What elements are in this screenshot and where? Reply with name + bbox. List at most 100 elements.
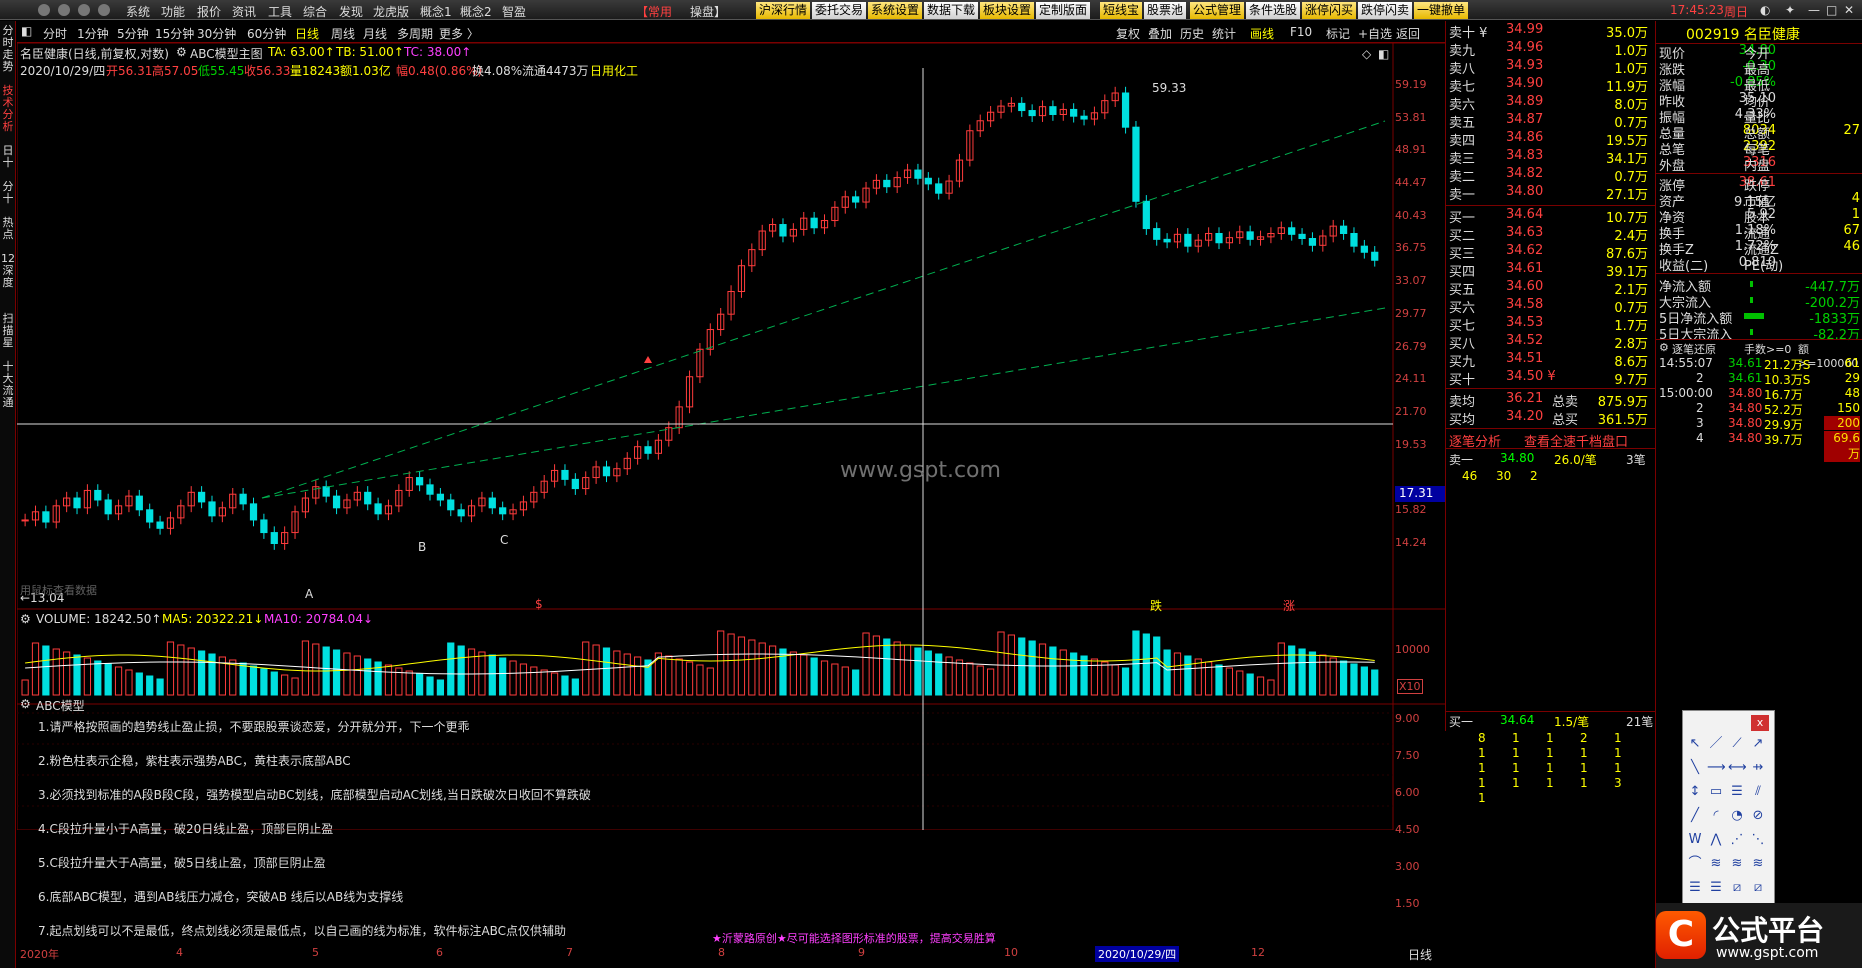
box2-icon[interactable]: ⧄	[1749, 879, 1767, 897]
quick-button[interactable]: 股票池	[1144, 2, 1187, 19]
quick-button[interactable]: 短线宝	[1100, 2, 1143, 19]
menu-item[interactable]: 智盈	[502, 3, 526, 20]
close-icon[interactable]: x	[1751, 715, 1769, 731]
menu-item[interactable]: 概念1	[420, 3, 452, 20]
quick-button[interactable]: 委托交易	[812, 2, 867, 19]
cycle-icon[interactable]: ≋	[1728, 855, 1746, 873]
gann-icon[interactable]: ⋱	[1749, 831, 1767, 849]
chart-tool-button[interactable]: 返回	[1396, 25, 1420, 42]
pin-icon[interactable]: ◇	[1362, 47, 1371, 61]
window-icon[interactable]	[38, 4, 50, 16]
left-tab[interactable]: 扫描星	[1, 313, 15, 349]
menu-item[interactable]: 报价	[197, 3, 221, 20]
wave-icon[interactable]: W	[1686, 831, 1704, 849]
speed-icon[interactable]: ⋰	[1728, 831, 1746, 849]
left-tab[interactable]: 日十	[1, 145, 15, 169]
hline-icon[interactable]: ⟶	[1707, 759, 1726, 777]
fib-icon[interactable]: ☰	[1728, 783, 1746, 801]
quick-button[interactable]: 板块设置	[980, 2, 1035, 19]
dline-icon[interactable]: ⟷	[1728, 759, 1747, 777]
maximize-icon[interactable]: □	[1826, 3, 1837, 17]
period-tab[interactable]: 30分钟	[197, 25, 236, 42]
trend-icon[interactable]: ╱	[1686, 807, 1704, 825]
quick-button[interactable]: 定制版面	[1036, 2, 1091, 19]
expand-icon[interactable]: ◧	[1378, 47, 1389, 61]
volume-icon[interactable]: ⚙	[20, 612, 31, 626]
left-tab[interactable]: 分时走势	[1, 25, 15, 73]
left-tab[interactable]: 热点	[1, 217, 15, 241]
chart-tool-button[interactable]: +自选	[1358, 25, 1392, 42]
period-label[interactable]: 日线	[1408, 946, 1432, 963]
grid-icon[interactable]: ☰	[1707, 879, 1725, 897]
arrow-icon[interactable]: ↗	[1749, 735, 1767, 753]
left-tab[interactable]: 分十	[1, 181, 15, 205]
theme-icon[interactable]: ◐	[1760, 3, 1770, 17]
circle-icon[interactable]: ◔	[1728, 807, 1746, 825]
left-tab[interactable]: 十大流通	[1, 361, 15, 409]
menu-item[interactable]: 工具	[268, 3, 292, 20]
quick-button[interactable]: 条件选股	[1246, 2, 1301, 19]
period-tab[interactable]: 15分钟	[155, 25, 194, 42]
chart-tool-button[interactable]: 标记	[1326, 25, 1350, 42]
quick-button[interactable]: 公式管理	[1190, 2, 1245, 19]
curve-icon[interactable]: ⌒	[1686, 855, 1704, 873]
period-tab[interactable]: 月线	[363, 25, 387, 42]
back-icon[interactable]	[58, 4, 70, 16]
period-tab[interactable]: 60分钟	[247, 25, 286, 42]
quick-button[interactable]: 跌停闪卖	[1358, 2, 1413, 19]
chart-tool-button[interactable]: 统计	[1212, 25, 1236, 42]
ellipse-icon[interactable]: ⊘	[1749, 807, 1767, 825]
vline-icon[interactable]: ↕	[1686, 783, 1704, 801]
period-tab[interactable]: 1分钟	[77, 25, 109, 42]
arc-icon[interactable]: ◜	[1707, 807, 1725, 825]
menu-item[interactable]: 龙虎版	[373, 3, 409, 20]
chart-tool-button[interactable]: 叠加	[1148, 25, 1172, 42]
chart-tool-button[interactable]: 画线	[1250, 25, 1274, 42]
period-tab[interactable]: 更多 〉	[439, 25, 479, 42]
box-icon[interactable]: ⧄	[1728, 879, 1746, 897]
rect-icon[interactable]: ▭	[1707, 783, 1725, 801]
forward-icon[interactable]	[78, 4, 90, 16]
menu-item[interactable]: 综合	[303, 3, 327, 20]
period-tab[interactable]: 5分钟	[117, 25, 149, 42]
minimize-icon[interactable]: —	[1808, 3, 1820, 17]
quick-button[interactable]: 涨停闪买	[1302, 2, 1357, 19]
peak-icon[interactable]: ⋀	[1707, 831, 1725, 849]
fan-icon[interactable]: ≋	[1749, 855, 1767, 873]
period-icon[interactable]: ≋	[1707, 855, 1725, 873]
chart-tool-button[interactable]: F10	[1290, 25, 1312, 39]
tick-header-icon[interactable]: ⚙	[1659, 341, 1669, 354]
menu-item[interactable]: 系统	[126, 3, 150, 20]
chart-tool-button[interactable]: 历史	[1180, 25, 1204, 42]
refresh-icon[interactable]	[98, 4, 110, 16]
chart-tool-button[interactable]: 复权	[1116, 25, 1140, 42]
period-tab[interactable]: 日线	[295, 25, 319, 42]
level-icon[interactable]: ☰	[1686, 879, 1704, 897]
skin-icon[interactable]: ✦	[1785, 3, 1795, 17]
period-tab[interactable]: 周线	[331, 25, 355, 42]
menu-item[interactable]: 功能	[161, 3, 185, 20]
menu-item[interactable]: 资讯	[232, 3, 256, 20]
menu-item[interactable]: 概念2	[460, 3, 492, 20]
segment-icon[interactable]: ╲	[1686, 759, 1704, 777]
pointer-icon[interactable]: ↖	[1686, 735, 1704, 753]
tag-common[interactable]: 【常用	[636, 3, 672, 20]
period-tab[interactable]: 多周期	[397, 25, 433, 42]
ray-icon[interactable]: ⟋	[1728, 735, 1746, 753]
tag-operate[interactable]: 操盘】	[690, 3, 726, 20]
channel-icon[interactable]: ⇸	[1749, 759, 1767, 777]
parallel-icon[interactable]: ⫽	[1749, 783, 1767, 801]
line-icon[interactable]: ／	[1707, 735, 1725, 753]
close-icon[interactable]: ✕	[1844, 3, 1854, 17]
quick-button[interactable]: 沪深行情	[756, 2, 811, 19]
kline-chart[interactable]	[17, 43, 1445, 830]
abc-icon[interactable]: ⚙	[20, 697, 31, 711]
left-tab[interactable]: 12深度	[1, 253, 15, 289]
period-tab[interactable]: 分时	[43, 25, 67, 42]
quick-button[interactable]: 数据下载	[924, 2, 979, 19]
quick-button[interactable]: 一键撤单	[1414, 2, 1469, 19]
left-tab[interactable]: 技术分析	[1, 85, 15, 133]
menu-item[interactable]: 发现	[339, 3, 363, 20]
quick-button[interactable]: 系统设置	[868, 2, 923, 19]
toggle-icon[interactable]: ◧	[21, 24, 32, 38]
